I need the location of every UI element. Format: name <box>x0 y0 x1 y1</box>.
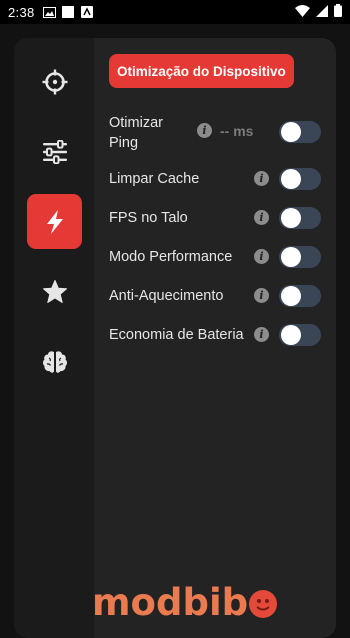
setting-label-performance-mode: Modo Performance <box>109 247 232 267</box>
wifi-icon <box>295 5 310 20</box>
section-title-button[interactable]: Otimização do Dispositivo <box>109 54 294 88</box>
watermark-text: modbib <box>92 584 248 622</box>
status-bar: 2:38 <box>0 0 350 24</box>
toggle-knob <box>281 169 301 189</box>
main-panel: Otimização do Dispositivo Otimizar Ping … <box>14 38 336 638</box>
content-area: Otimização do Dispositivo Otimizar Ping … <box>94 38 336 638</box>
toggle-performance-mode[interactable] <box>279 246 321 268</box>
setting-label-anti-heating: Anti-Aquecimento <box>109 286 223 306</box>
sidebar <box>14 38 94 638</box>
toggle-knob <box>281 325 301 345</box>
toggle-knob <box>281 247 301 267</box>
info-icon[interactable]: i <box>254 249 269 264</box>
sidebar-item-boost[interactable] <box>27 194 82 249</box>
star-icon <box>42 279 68 305</box>
info-icon[interactable]: i <box>197 123 212 138</box>
info-icon[interactable]: i <box>254 327 269 342</box>
setting-label-battery-saver: Economia de Bateria <box>109 325 244 345</box>
sliders-icon <box>42 140 68 164</box>
toggle-knob <box>281 208 301 228</box>
signal-icon <box>316 5 328 20</box>
square-notification-icon <box>62 6 75 19</box>
toggle-fps[interactable] <box>279 207 321 229</box>
info-icon[interactable]: i <box>254 288 269 303</box>
brain-icon <box>42 350 68 374</box>
toggle-clear-cache[interactable] <box>279 168 321 190</box>
image-notification-icon <box>43 6 56 19</box>
battery-icon <box>334 4 342 20</box>
toggle-optimize-ping[interactable] <box>279 121 321 143</box>
status-time: 2:38 <box>8 5 35 20</box>
smiley-face-icon <box>249 590 277 618</box>
setting-label-fps: FPS no Talo <box>109 208 188 228</box>
toggle-knob <box>281 286 301 306</box>
toggle-battery-saver[interactable] <box>279 324 321 346</box>
sidebar-item-favorites[interactable] <box>27 264 82 319</box>
crosshair-icon <box>42 69 68 95</box>
modbib-watermark-logo: modbib <box>92 582 277 622</box>
ping-readout: -- ms <box>220 123 253 139</box>
setting-label-optimize-ping: Otimizar Ping <box>109 113 163 153</box>
app-notification-icon <box>81 6 94 19</box>
info-icon[interactable]: i <box>254 171 269 186</box>
info-icon[interactable]: i <box>254 210 269 225</box>
sidebar-item-brain[interactable] <box>27 334 82 389</box>
toggle-anti-heating[interactable] <box>279 285 321 307</box>
sidebar-item-settings[interactable] <box>27 124 82 179</box>
lightning-bolt-icon <box>45 209 65 235</box>
toggle-knob <box>281 122 301 142</box>
sidebar-item-aim[interactable] <box>27 54 82 109</box>
setting-label-clear-cache: Limpar Cache <box>109 169 199 189</box>
